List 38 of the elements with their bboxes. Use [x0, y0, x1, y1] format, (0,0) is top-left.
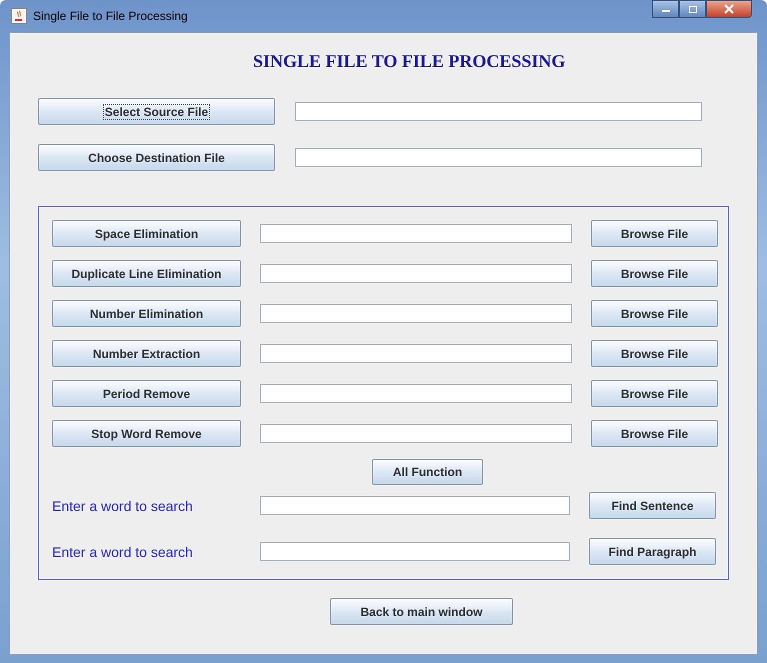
browse-button[interactable]: Browse File — [591, 220, 718, 247]
search-field[interactable] — [260, 542, 570, 561]
find-button[interactable]: Find Sentence — [589, 492, 716, 519]
app-icon — [11, 8, 27, 24]
operation-button[interactable]: Stop Word Remove — [52, 420, 241, 447]
output-path-field[interactable] — [260, 304, 572, 323]
search-label: Enter a word to search — [52, 498, 194, 514]
browse-button[interactable]: Browse File — [591, 380, 718, 407]
operation-button[interactable]: Period Remove — [52, 380, 241, 407]
close-icon — [723, 4, 735, 14]
window-title: Single File to File Processing — [33, 9, 188, 23]
maximize-button[interactable] — [679, 0, 706, 18]
search-field[interactable] — [260, 496, 570, 515]
search-label: Enter a word to search — [52, 544, 194, 560]
file-button[interactable]: Choose Destination File — [38, 144, 275, 171]
output-path-field[interactable] — [260, 344, 572, 363]
browse-button[interactable]: Browse File — [591, 340, 718, 367]
operation-button[interactable]: Number Extraction — [52, 340, 241, 367]
minimize-button[interactable] — [652, 0, 679, 18]
output-path-field[interactable] — [260, 224, 572, 243]
back-button[interactable]: Back to main window — [330, 598, 513, 625]
operation-button[interactable]: Number Elimination — [52, 300, 241, 327]
browse-button[interactable]: Browse File — [591, 420, 718, 447]
operation-button[interactable]: Space Elimination — [52, 220, 241, 247]
find-button[interactable]: Find Paragraph — [589, 538, 716, 565]
browse-button[interactable]: Browse File — [591, 300, 718, 327]
operation-button[interactable]: Duplicate Line Elimination — [52, 260, 241, 287]
file-path-field[interactable] — [295, 148, 702, 167]
output-path-field[interactable] — [260, 264, 572, 283]
maximize-icon — [688, 5, 698, 13]
file-path-field[interactable] — [295, 102, 702, 121]
output-path-field[interactable] — [260, 384, 572, 403]
all-function-button[interactable]: All Function — [372, 459, 483, 485]
output-path-field[interactable] — [260, 424, 572, 443]
browse-button[interactable]: Browse File — [591, 260, 718, 287]
file-button[interactable]: Select Source File — [38, 98, 275, 125]
page-heading: SINGLE FILE TO FILE PROCESSING — [253, 51, 566, 72]
close-button[interactable] — [706, 0, 752, 18]
